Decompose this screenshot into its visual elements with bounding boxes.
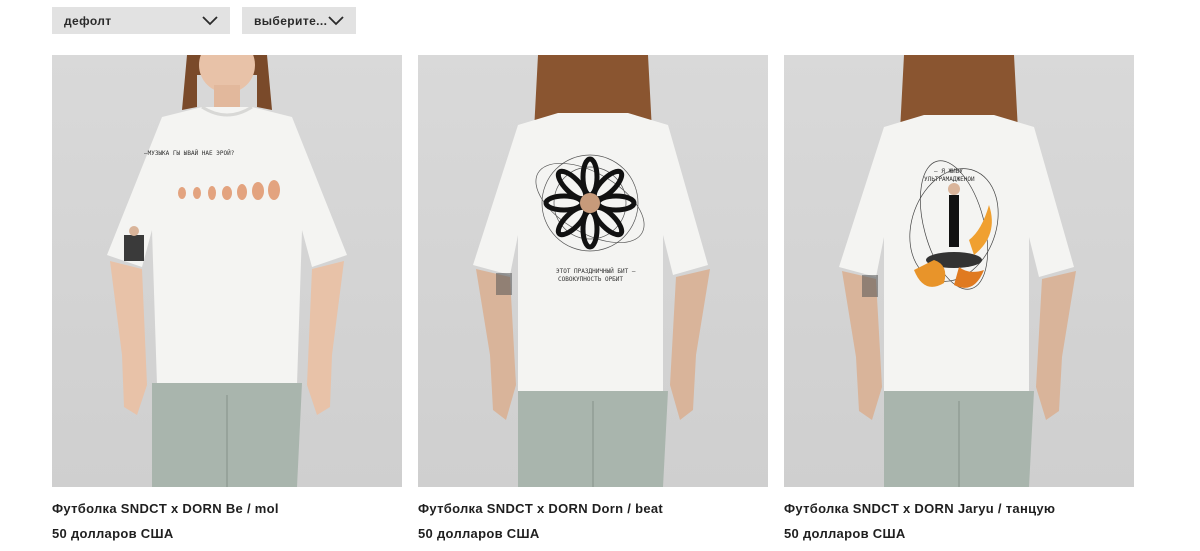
select-dropdown-label: выберите...	[254, 13, 328, 28]
select-dropdown[interactable]: выберите...	[242, 7, 356, 34]
print-caption-line-2: УЛЬТРАМАДЖЕНОИ	[924, 176, 975, 183]
product-card[interactable]: —МУЗЫКА ГЫ ЫВАЙ НАЕ ЭРОЙ? Футболка SNDCT…	[52, 55, 402, 541]
print-caption-line-1: ЭТОТ ПРАЗДНИЧНЫЙ БИТ —	[556, 268, 636, 275]
product-title[interactable]: Футболка SNDCT x DORN Dorn / beat	[418, 501, 768, 516]
product-price: 50 долларов США	[52, 526, 174, 541]
product-title[interactable]: Футболка SNDCT x DORN Be / mol	[52, 501, 402, 516]
print-caption: —МУЗЫКА ГЫ ЫВАЙ НАЕ ЭРОЙ?	[144, 150, 235, 157]
chevron-down-icon	[202, 15, 218, 26]
product-image[interactable]: — Я ЖИВУ УЛЬТРАМАДЖЕНОИ	[784, 55, 1134, 487]
sort-dropdown[interactable]: дефолт	[52, 7, 230, 34]
sort-dropdown-label: дефолт	[64, 13, 112, 28]
product-image[interactable]: —МУЗЫКА ГЫ ЫВАЙ НАЕ ЭРОЙ?	[52, 55, 402, 487]
product-image[interactable]: ЭТОТ ПРАЗДНИЧНЫЙ БИТ — СОВОКУПНОСТЬ ОРБИ…	[418, 55, 768, 487]
product-price: 50 долларов США	[784, 526, 906, 541]
print-caption-line-2: СОВОКУПНОСТЬ ОРБИТ	[558, 276, 623, 283]
chevron-down-icon	[328, 15, 344, 26]
product-price: 50 долларов США	[418, 526, 540, 541]
product-card[interactable]: ЭТОТ ПРАЗДНИЧНЫЙ БИТ — СОВОКУПНОСТЬ ОРБИ…	[418, 55, 768, 541]
product-title[interactable]: Футболка SNDCT x DORN Jaryu / танцую	[784, 501, 1134, 516]
product-card[interactable]: — Я ЖИВУ УЛЬТРАМАДЖЕНОИ Футболка SNDCT x…	[784, 55, 1134, 541]
